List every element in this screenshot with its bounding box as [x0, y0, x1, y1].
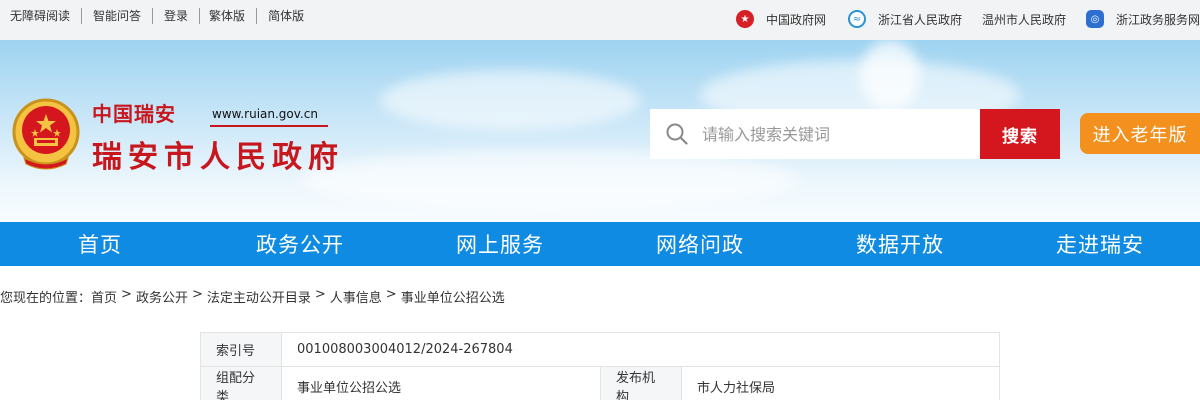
- breadcrumb-separator: >: [191, 287, 203, 302]
- brand-underline: [210, 125, 328, 127]
- site-header: 中国瑞安 www.ruian.gov.cn 瑞安市人民政府 搜索 进入老年版: [0, 40, 1200, 222]
- document-info-table: 索引号 001008003004012/2024-267804 组配分类 事业单…: [200, 332, 1000, 400]
- index-number-value: 001008003004012/2024-267804: [281, 332, 1000, 367]
- search-box: [650, 109, 980, 159]
- nav-home[interactable]: 首页: [0, 222, 200, 266]
- traditional-chinese-link[interactable]: 繁体版: [199, 8, 256, 24]
- breadcrumb-separator: >: [314, 287, 326, 302]
- top-right-links: ★ 中国政府网 ≈ 浙江省人民政府 温州市人民政府 ◎ 浙江政务服务网: [735, 10, 1200, 28]
- category-value: 事业单位公招公选: [281, 366, 601, 400]
- zhejiang-gov-link[interactable]: ≈ 浙江省人民政府: [847, 10, 962, 28]
- zjzwfw-logo-icon: ◎: [1085, 10, 1104, 28]
- nav-gov-affairs-open[interactable]: 政务公开: [200, 222, 400, 266]
- search-button[interactable]: 搜索: [980, 109, 1060, 159]
- zhejiang-gov-label: 浙江省人民政府: [877, 12, 962, 27]
- simplified-chinese-link[interactable]: 简体版: [256, 8, 315, 24]
- main-nav: 首页 政务公开 网上服务 网络问政 数据开放 走进瑞安: [0, 222, 1200, 266]
- breadcrumb-separator: >: [385, 287, 397, 302]
- smart-qa-link[interactable]: 智能问答: [81, 8, 152, 24]
- nav-open-data[interactable]: 数据开放: [800, 222, 1000, 266]
- cloud-decoration: [300, 150, 800, 210]
- wenzhou-gov-link[interactable]: 温州市人民政府: [982, 11, 1066, 28]
- breadcrumb-home[interactable]: 首页: [91, 287, 117, 306]
- search-icon: [666, 123, 688, 145]
- publisher-label: 发布机构: [600, 366, 682, 400]
- top-left-links: 无障碍阅读 智能问答 登录 繁体版 简体版: [10, 8, 315, 24]
- wenzhou-gov-label: 温州市人民政府: [981, 12, 1066, 27]
- nav-about-ruian[interactable]: 走进瑞安: [1000, 222, 1200, 266]
- national-emblem-icon: ★: [735, 10, 754, 28]
- breadcrumb: 您现在的位置： 首页 > 政务公开 > 法定主动公开目录 > 人事信息 > 事业…: [0, 287, 505, 306]
- login-link[interactable]: 登录: [152, 8, 199, 24]
- breadcrumb-prefix: 您现在的位置：: [0, 291, 92, 306]
- zjzwfw-link[interactable]: ◎ 浙江政务服务网: [1085, 10, 1200, 28]
- nav-online-services[interactable]: 网上服务: [400, 222, 600, 266]
- table-row: 索引号 001008003004012/2024-267804: [200, 332, 1000, 367]
- brand-big-title: 瑞安市人民政府: [92, 140, 344, 175]
- cloud-decoration: [860, 40, 920, 110]
- search-input[interactable]: [702, 109, 972, 159]
- breadcrumb-personnel-info[interactable]: 人事信息: [330, 287, 382, 306]
- zhejiang-logo-icon: ≈: [847, 10, 866, 28]
- breadcrumb-gov-affairs-open[interactable]: 政务公开: [136, 287, 188, 306]
- site-url: www.ruian.gov.cn: [212, 107, 318, 121]
- accessibility-link[interactable]: 无障碍阅读: [10, 8, 81, 24]
- breadcrumb-separator: >: [121, 287, 132, 302]
- index-number-label: 索引号: [200, 332, 282, 367]
- top-utility-bar: 无障碍阅读 智能问答 登录 繁体版 简体版 ★ 中国政府网 ≈ 浙江省人民政府 …: [0, 0, 1200, 40]
- breadcrumb-public-recruitment[interactable]: 事业单位公招公选: [401, 287, 505, 306]
- publisher-value: 市人力社保局: [681, 366, 1000, 400]
- brand-small-title: 中国瑞安: [92, 102, 176, 126]
- table-row: 组配分类 事业单位公招公选 发布机构 市人力社保局: [200, 366, 1000, 400]
- national-emblem-logo[interactable]: [10, 96, 82, 172]
- nav-online-inquiry[interactable]: 网络问政: [600, 222, 800, 266]
- china-gov-label: 中国政府网: [765, 12, 826, 27]
- china-gov-link[interactable]: ★ 中国政府网: [735, 10, 826, 28]
- category-label: 组配分类: [200, 366, 282, 400]
- zjzwfw-label: 浙江政务服务网: [1115, 12, 1200, 27]
- elder-version-button[interactable]: 进入老年版: [1080, 113, 1200, 154]
- cloud-decoration: [380, 70, 640, 130]
- breadcrumb-statutory-catalog[interactable]: 法定主动公开目录: [207, 287, 311, 306]
